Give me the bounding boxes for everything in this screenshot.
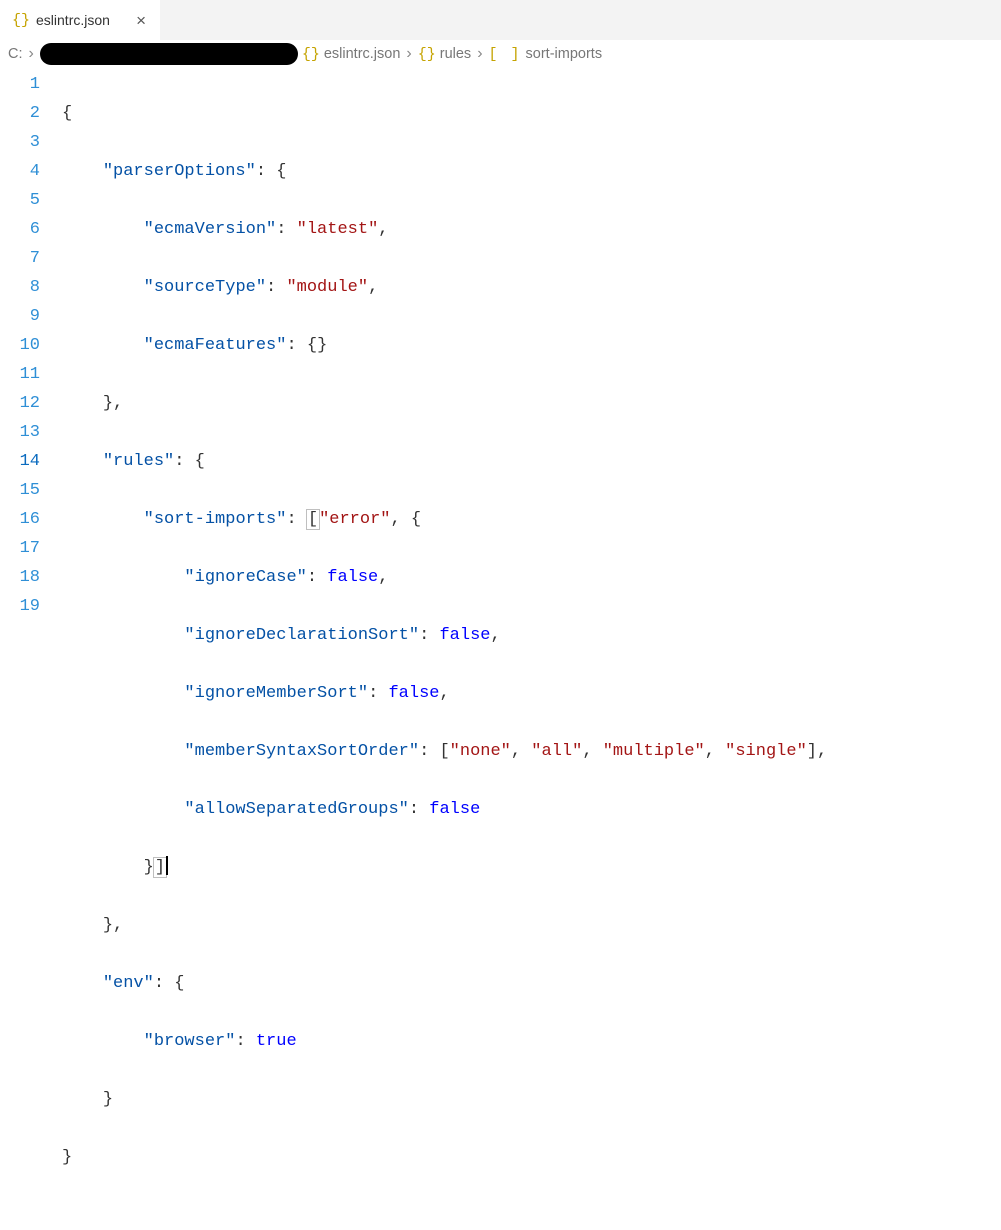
code-line[interactable]: "sort-imports": ["error", { xyxy=(62,505,1001,534)
code-line[interactable]: "rules": { xyxy=(62,447,1001,476)
code-area[interactable]: { "parserOptions": { "ecmaVersion": "lat… xyxy=(62,68,1001,1230)
code-line[interactable]: } xyxy=(62,1143,1001,1172)
code-line[interactable]: }, xyxy=(62,389,1001,418)
line-number[interactable]: 9 xyxy=(0,302,40,331)
line-number[interactable]: 4 xyxy=(0,157,40,186)
line-number[interactable]: 19 xyxy=(0,592,40,621)
tab-eslintrc[interactable]: {} eslintrc.json × xyxy=(0,0,160,40)
line-number[interactable]: 7 xyxy=(0,244,40,273)
array-icon: [ ] xyxy=(489,46,522,63)
tab-bar: {} eslintrc.json × xyxy=(0,0,1001,40)
code-line[interactable]: } xyxy=(62,1085,1001,1114)
breadcrumb-file[interactable]: eslintrc.json xyxy=(324,46,401,62)
line-number[interactable]: 3 xyxy=(0,128,40,157)
code-line[interactable]: "ignoreCase": false, xyxy=(62,563,1001,592)
line-number[interactable]: 6 xyxy=(0,215,40,244)
line-number[interactable]: 16 xyxy=(0,505,40,534)
code-line[interactable]: "allowSeparatedGroups": false xyxy=(62,795,1001,824)
code-line[interactable]: "ignoreMemberSort": false, xyxy=(62,679,1001,708)
tab-filename: eslintrc.json xyxy=(36,12,110,28)
bracket-match-open: [ xyxy=(306,509,320,530)
chevron-right-icon: › xyxy=(27,45,36,63)
breadcrumb-sort-imports[interactable]: sort-imports xyxy=(526,46,603,62)
code-line[interactable]: { xyxy=(62,99,1001,128)
line-number[interactable]: 5 xyxy=(0,186,40,215)
code-line[interactable]: }] xyxy=(62,853,1001,882)
bracket-match-close: ] xyxy=(153,857,167,878)
line-number[interactable]: 14 xyxy=(0,447,40,476)
object-icon: {} xyxy=(418,46,436,63)
line-number[interactable]: 1 xyxy=(0,70,40,99)
breadcrumbs[interactable]: C: › {} eslintrc.json › {} rules › [ ] s… xyxy=(0,40,1001,68)
code-line[interactable]: "memberSyntaxSortOrder": ["none", "all",… xyxy=(62,737,1001,766)
code-line[interactable]: "ecmaFeatures": {} xyxy=(62,331,1001,360)
breadcrumb-redacted-path xyxy=(40,43,298,65)
chevron-right-icon: › xyxy=(404,45,413,63)
line-number[interactable]: 8 xyxy=(0,273,40,302)
line-number[interactable]: 10 xyxy=(0,331,40,360)
line-number[interactable]: 2 xyxy=(0,99,40,128)
text-cursor xyxy=(166,856,168,875)
code-line[interactable]: "sourceType": "module", xyxy=(62,273,1001,302)
line-number[interactable]: 13 xyxy=(0,418,40,447)
line-number-gutter: 1 2 3 4 5 6 7 8 9 10 11 12 13 14 15 16 1… xyxy=(0,68,62,1230)
code-line[interactable]: "browser": true xyxy=(62,1027,1001,1056)
breadcrumb-rules[interactable]: rules xyxy=(440,46,471,62)
chevron-right-icon: › xyxy=(475,45,484,63)
code-line[interactable]: "env": { xyxy=(62,969,1001,998)
code-line[interactable]: }, xyxy=(62,911,1001,940)
line-number[interactable]: 12 xyxy=(0,389,40,418)
code-line[interactable]: "parserOptions": { xyxy=(62,157,1001,186)
line-number[interactable]: 17 xyxy=(0,534,40,563)
line-number[interactable]: 15 xyxy=(0,476,40,505)
json-file-icon: {} xyxy=(12,12,30,29)
breadcrumb-drive[interactable]: C: xyxy=(8,46,23,62)
json-file-icon: {} xyxy=(302,46,320,63)
close-tab-icon[interactable]: × xyxy=(132,12,150,29)
line-number[interactable]: 11 xyxy=(0,360,40,389)
code-line[interactable]: "ecmaVersion": "latest", xyxy=(62,215,1001,244)
code-editor[interactable]: 1 2 3 4 5 6 7 8 9 10 11 12 13 14 15 16 1… xyxy=(0,68,1001,1230)
line-number[interactable]: 18 xyxy=(0,563,40,592)
